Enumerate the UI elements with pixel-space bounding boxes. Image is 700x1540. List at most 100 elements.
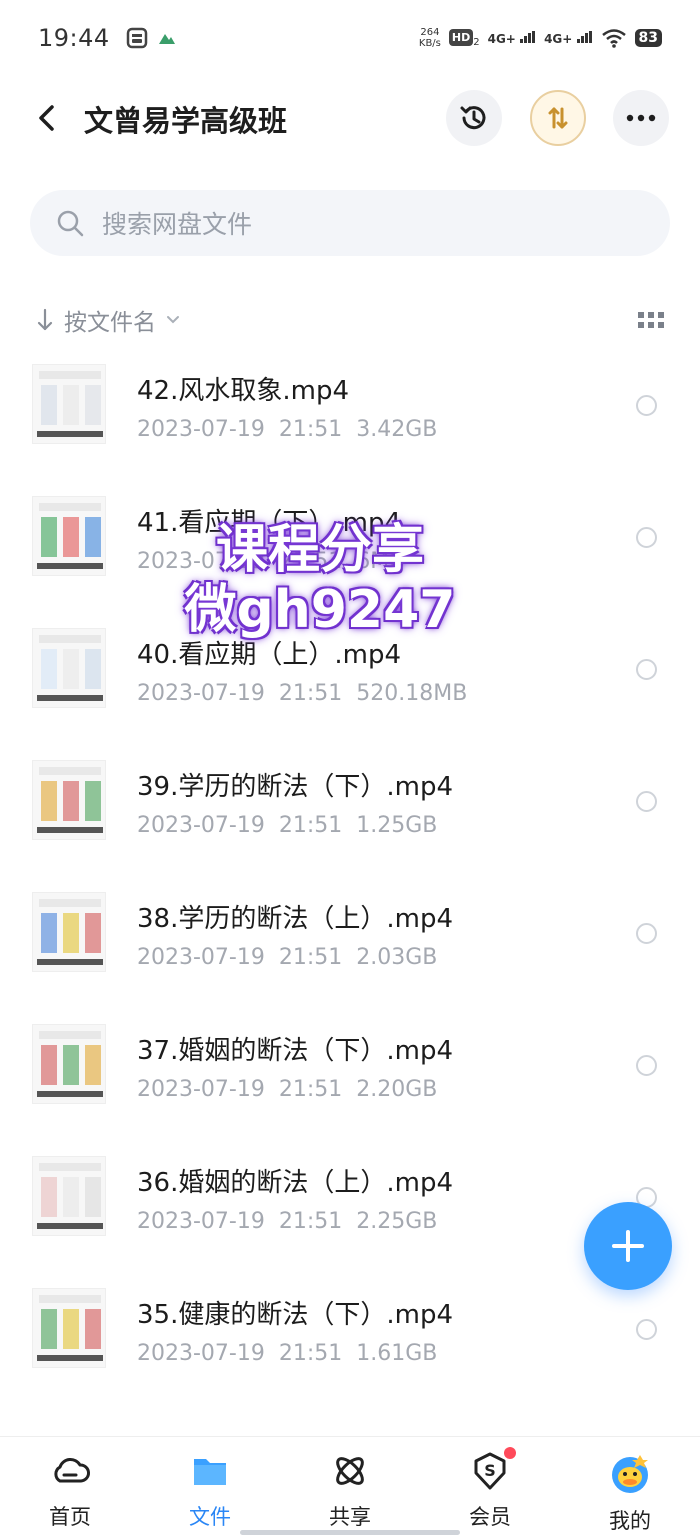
grid-view-icon[interactable] <box>638 312 664 328</box>
sort-row: 按文件名 <box>36 300 664 340</box>
select-radio[interactable] <box>636 1319 657 1340</box>
select-radio[interactable] <box>636 1055 657 1076</box>
video-thumbnail <box>32 364 106 444</box>
file-date: 2023-07-19 <box>137 1209 265 1234</box>
file-name: 42.风水取象.mp4 <box>137 376 349 406</box>
file-row[interactable]: 37.婚姻的断法（下）.mp4 2023-07-19 21:51 2.20GB <box>0 1000 700 1132</box>
file-row[interactable]: 38.学历的断法（上）.mp4 2023-07-19 21:51 2.03GB <box>0 868 700 1000</box>
file-meta: 2023-07-19 21:51 2.20GB <box>137 1077 451 1102</box>
nav-label-vip: 会员 <box>469 1505 511 1529</box>
nav-item-home[interactable]: 首页 <box>0 1437 140 1540</box>
search-icon <box>57 210 84 237</box>
nav-item-share[interactable]: 共享 <box>280 1437 420 1540</box>
select-radio[interactable] <box>636 527 657 548</box>
notification-dot <box>504 1447 516 1459</box>
file-time: 21:51 <box>278 1077 343 1102</box>
sort-down-arrow-icon[interactable] <box>36 308 54 332</box>
file-size: 1.25GB <box>356 813 438 838</box>
file-size: 1.61GB <box>356 1341 438 1366</box>
video-thumbnail <box>32 496 106 576</box>
file-meta: 2023-07-19 21:51 2.03GB <box>137 945 451 970</box>
file-meta: 2023-07-19 21:51 2.25GB <box>137 1209 451 1234</box>
file-name: 37.婚姻的断法（下）.mp4 <box>137 1036 453 1066</box>
file-time: 21:51 <box>278 1209 343 1234</box>
home-indicator <box>240 1530 460 1535</box>
file-name: 40.看应期（上）.mp4 <box>137 640 401 670</box>
signal-4g-1: 4G+ <box>488 30 536 46</box>
transfer-button[interactable] <box>530 90 586 146</box>
file-meta: 2023-07-19 21:51 1.61GB <box>137 1341 451 1366</box>
more-dots-icon <box>626 114 656 122</box>
cloud-home-icon <box>54 1458 90 1483</box>
nav-label-me: 我的 <box>609 1509 651 1533</box>
file-time: 21:51 <box>278 549 343 574</box>
back-arrow-icon[interactable] <box>30 100 66 136</box>
file-row[interactable]: 41.看应期（下）.mp4 2023-07-19 21:51 6MB <box>0 472 700 604</box>
nav-item-vip[interactable]: S 会员 <box>420 1437 560 1540</box>
history-button[interactable] <box>446 90 502 146</box>
video-thumbnail <box>32 1024 106 1104</box>
file-size: 2.20GB <box>356 1077 438 1102</box>
file-name: 39.学历的断法（下）.mp4 <box>137 772 453 802</box>
file-time: 21:51 <box>278 813 343 838</box>
notification-app-icon <box>126 27 147 49</box>
signal-bars-icon <box>576 30 592 43</box>
add-fab-button[interactable] <box>584 1202 672 1290</box>
transfer-arrows-icon <box>548 107 568 129</box>
chevron-down-icon[interactable] <box>166 315 180 325</box>
nav-item-me[interactable]: 我的 <box>560 1437 700 1540</box>
file-date: 2023-07-19 <box>137 681 265 706</box>
svg-text:S: S <box>484 1461 496 1480</box>
nav-label-home: 首页 <box>49 1505 91 1529</box>
file-time: 21:51 <box>278 1341 343 1366</box>
file-meta: 2023-07-19 21:51 3.42GB <box>137 417 451 442</box>
file-name: 38.学历的断法（上）.mp4 <box>137 904 453 934</box>
file-size: 2.25GB <box>356 1209 438 1234</box>
signal-4g-2: 4G+ <box>544 30 592 46</box>
file-time: 21:51 <box>278 681 343 706</box>
file-time: 21:51 <box>278 945 343 970</box>
file-name: 35.健康的断法（下）.mp4 <box>137 1300 453 1330</box>
status-time: 19:44 <box>38 24 110 52</box>
file-name: 36.婚姻的断法（上）.mp4 <box>137 1168 453 1198</box>
more-options-button[interactable] <box>613 90 669 146</box>
folder-icon <box>194 1459 226 1485</box>
nav-label-share: 共享 <box>329 1505 371 1529</box>
page-title: 文曾易学高级班 <box>84 104 288 138</box>
hd-badge: HD 2 <box>448 28 480 47</box>
file-row[interactable]: 40.看应期（上）.mp4 2023-07-19 21:51 520.18MB <box>0 604 700 736</box>
nav-label-files: 文件 <box>189 1505 231 1529</box>
file-name: 41.看应期（下）.mp4 <box>137 508 401 538</box>
file-meta: 2023-07-19 21:51 520.18MB <box>137 681 481 706</box>
video-thumbnail <box>32 892 106 972</box>
search-bar[interactable]: 搜索网盘文件 <box>30 190 670 256</box>
bottom-nav: 首页 文件 共享 S 会员 我的 <box>0 1436 700 1540</box>
nav-item-files[interactable]: 文件 <box>140 1437 280 1540</box>
share-atom-icon <box>336 1457 364 1485</box>
signal-bars-icon <box>520 30 536 43</box>
file-date: 2023-07-19 <box>137 813 265 838</box>
mountain-icon <box>158 34 175 44</box>
file-size: 6MB <box>356 549 405 574</box>
file-size: 2.03GB <box>356 945 438 970</box>
file-meta: 2023-07-19 21:51 1.25GB <box>137 813 451 838</box>
file-size: 520.18MB <box>356 681 468 706</box>
file-row[interactable]: 42.风水取象.mp4 2023-07-19 21:51 3.42GB <box>0 340 700 472</box>
search-input[interactable]: 搜索网盘文件 <box>102 205 252 241</box>
file-date: 2023-07-19 <box>137 1341 265 1366</box>
select-radio[interactable] <box>636 791 657 812</box>
select-radio[interactable] <box>636 395 657 416</box>
page-header: 文曾易学高级班 <box>0 82 700 156</box>
video-thumbnail <box>32 760 106 840</box>
select-radio[interactable] <box>636 923 657 944</box>
battery-indicator: 83 <box>634 29 662 47</box>
net-speed: 264 KB/s <box>418 27 441 49</box>
select-radio[interactable] <box>636 659 657 680</box>
file-time: 21:51 <box>278 417 343 442</box>
video-thumbnail <box>32 1288 106 1368</box>
sort-by-filename[interactable]: 按文件名 <box>64 303 156 337</box>
wifi-icon <box>601 29 626 48</box>
file-row[interactable]: 39.学历的断法（下）.mp4 2023-07-19 21:51 1.25GB <box>0 736 700 868</box>
file-row[interactable]: 35.健康的断法（下）.mp4 2023-07-19 21:51 1.61GB <box>0 1264 700 1396</box>
file-date: 2023-07-19 <box>137 945 265 970</box>
